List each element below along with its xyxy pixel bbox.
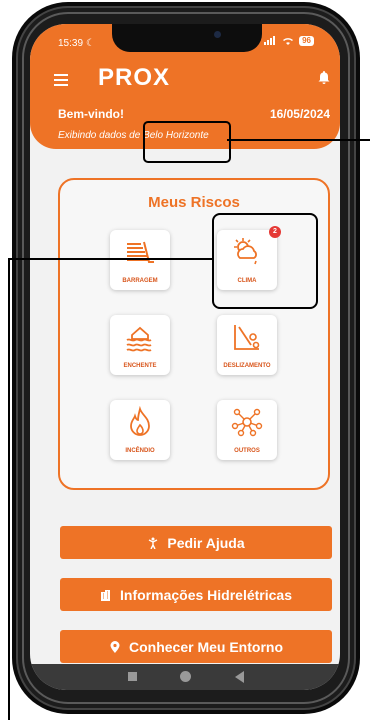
back-icon[interactable] xyxy=(235,671,244,683)
annotation-box xyxy=(212,213,318,309)
hydro-info-button-label: Informações Hidrelétricas xyxy=(120,586,292,603)
system-nav-bar xyxy=(30,664,340,690)
person-help-icon xyxy=(149,537,158,549)
hydro-info-button[interactable]: Informações Hidrelétricas xyxy=(60,578,332,611)
app-logo: PROX xyxy=(98,64,171,91)
risk-label: BARRAGEM xyxy=(122,278,158,284)
dam-icon xyxy=(127,241,154,263)
status-time: 15:39 ☾ xyxy=(58,38,95,49)
risk-tile-outros[interactable]: OUTROS xyxy=(217,400,277,460)
building-icon xyxy=(101,589,111,601)
welcome-text: Bem-vindo! xyxy=(58,107,124,121)
flood-icon xyxy=(126,326,152,352)
help-button[interactable]: Pedir Ajuda xyxy=(60,526,332,559)
risk-tile-enchente[interactable]: ENCHENTE xyxy=(110,315,170,375)
network-icon xyxy=(231,408,263,437)
risk-label: INCÊNDIO xyxy=(125,448,155,454)
risks-title: Meus Riscos xyxy=(148,194,240,211)
recent-apps-icon[interactable] xyxy=(128,672,137,681)
annotation-line xyxy=(8,258,212,260)
risk-label: DESLIZAMENTO xyxy=(223,363,271,369)
bell-icon[interactable] xyxy=(318,70,330,84)
risk-label: OUTROS xyxy=(234,448,260,454)
annotation-box xyxy=(143,121,231,163)
annotation-line xyxy=(8,258,10,720)
wifi-icon xyxy=(283,38,294,45)
risk-label: ENCHENTE xyxy=(123,363,157,369)
current-date: 16/05/2024 xyxy=(269,107,330,121)
surroundings-button-label: Conhecer Meu Entorno xyxy=(128,638,283,655)
risk-tile-deslizamento[interactable]: DESLIZAMENTO xyxy=(217,315,277,375)
signal-icon xyxy=(264,36,276,45)
help-button-label: Pedir Ajuda xyxy=(167,534,245,551)
battery-indicator: 96 xyxy=(299,36,314,46)
fire-icon xyxy=(130,406,150,436)
camera-notch xyxy=(112,24,262,52)
landslide-icon xyxy=(234,325,260,350)
status-icons: 96 xyxy=(263,36,314,46)
surroundings-button[interactable]: Conhecer Meu Entorno xyxy=(60,630,332,663)
risk-tile-incendio[interactable]: INCÊNDIO xyxy=(110,400,170,460)
hamburger-menu-icon[interactable] xyxy=(54,74,68,86)
risk-tile-barragem[interactable]: BARRAGEM xyxy=(110,230,170,290)
location-pin-icon xyxy=(110,640,120,653)
home-icon[interactable] xyxy=(180,671,191,682)
annotation-line xyxy=(227,139,370,141)
